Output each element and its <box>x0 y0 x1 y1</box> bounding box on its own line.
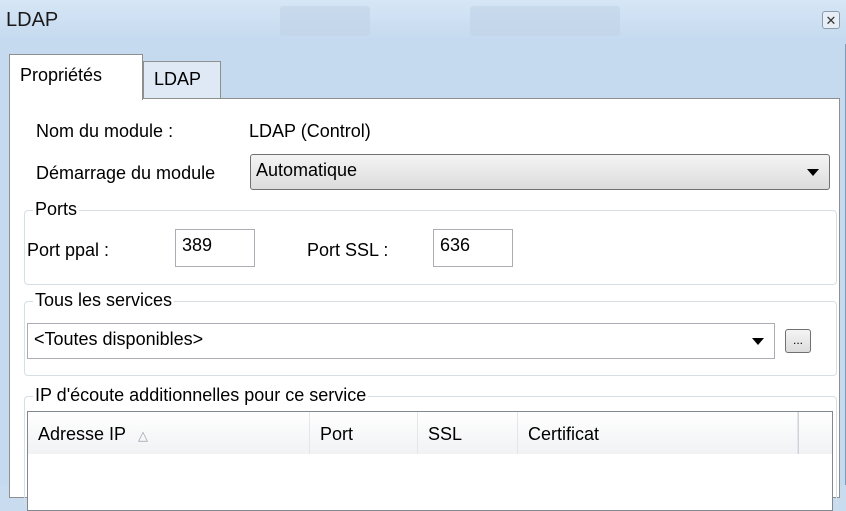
column-header-certificat[interactable]: Certificat <box>518 412 798 454</box>
close-button[interactable]: ✕ <box>822 11 840 29</box>
background-ghost <box>280 6 370 36</box>
listen-ips-group-label: IP d'écoute additionnelles pour ce servi… <box>33 385 369 406</box>
services-group: Tous les services <Toutes disponibles> .… <box>24 290 837 376</box>
column-header-ip-label: Adresse IP <box>38 424 127 444</box>
chevron-down-icon <box>807 169 819 176</box>
column-header-filler <box>798 412 832 454</box>
background-ghost <box>470 6 620 36</box>
ldap-dialog: LDAP ✕ Propriétés LDAP Nom du module : L… <box>0 0 846 511</box>
close-icon: ✕ <box>825 12 837 28</box>
ports-group-label: Ports <box>33 199 80 220</box>
services-select-value: <Toutes disponibles> <box>34 329 204 349</box>
window-title: LDAP <box>6 9 59 31</box>
chevron-down-icon <box>752 338 764 345</box>
title-bar[interactable]: LDAP ✕ <box>0 0 846 44</box>
ssl-port-input[interactable]: 636 <box>433 229 513 267</box>
startup-select-value: Automatique <box>256 160 358 180</box>
tab-ldap[interactable]: LDAP <box>143 61 221 99</box>
column-header-port[interactable]: Port <box>310 412 418 454</box>
listen-ips-group: IP d'écoute additionnelles pour ce servi… <box>24 385 837 511</box>
module-name-value: LDAP (Control) <box>249 121 371 141</box>
module-name-label: Nom du module : <box>36 121 174 141</box>
column-header-certificat-label: Certificat <box>528 424 600 444</box>
module-startup-label: Démarrage du module <box>36 163 216 183</box>
column-header-ssl[interactable]: SSL <box>418 412 518 454</box>
services-group-label: Tous les services <box>33 290 175 311</box>
column-header-ssl-label: SSL <box>428 424 463 444</box>
listen-ips-table: Adresse IP △ Port SSL Certificat <box>27 411 833 511</box>
main-port-label: Port ppal : <box>27 240 110 260</box>
column-header-port-label: Port <box>320 424 354 444</box>
startup-select[interactable]: Automatique <box>250 154 830 190</box>
ports-group: Ports Port ppal : 389 Port SSL : 636 <box>24 199 837 285</box>
ssl-port-label: Port SSL : <box>307 240 389 260</box>
services-browse-button[interactable]: ... <box>785 329 811 353</box>
services-select[interactable]: <Toutes disponibles> <box>27 323 775 359</box>
properties-panel: Nom du module : LDAP (Control) Démarrage… <box>9 98 840 511</box>
column-header-ip[interactable]: Adresse IP △ <box>28 412 310 454</box>
tab-proprietes[interactable]: Propriétés <box>9 54 143 100</box>
main-port-input[interactable]: 389 <box>175 229 255 267</box>
sort-ascending-icon: △ <box>138 428 149 443</box>
